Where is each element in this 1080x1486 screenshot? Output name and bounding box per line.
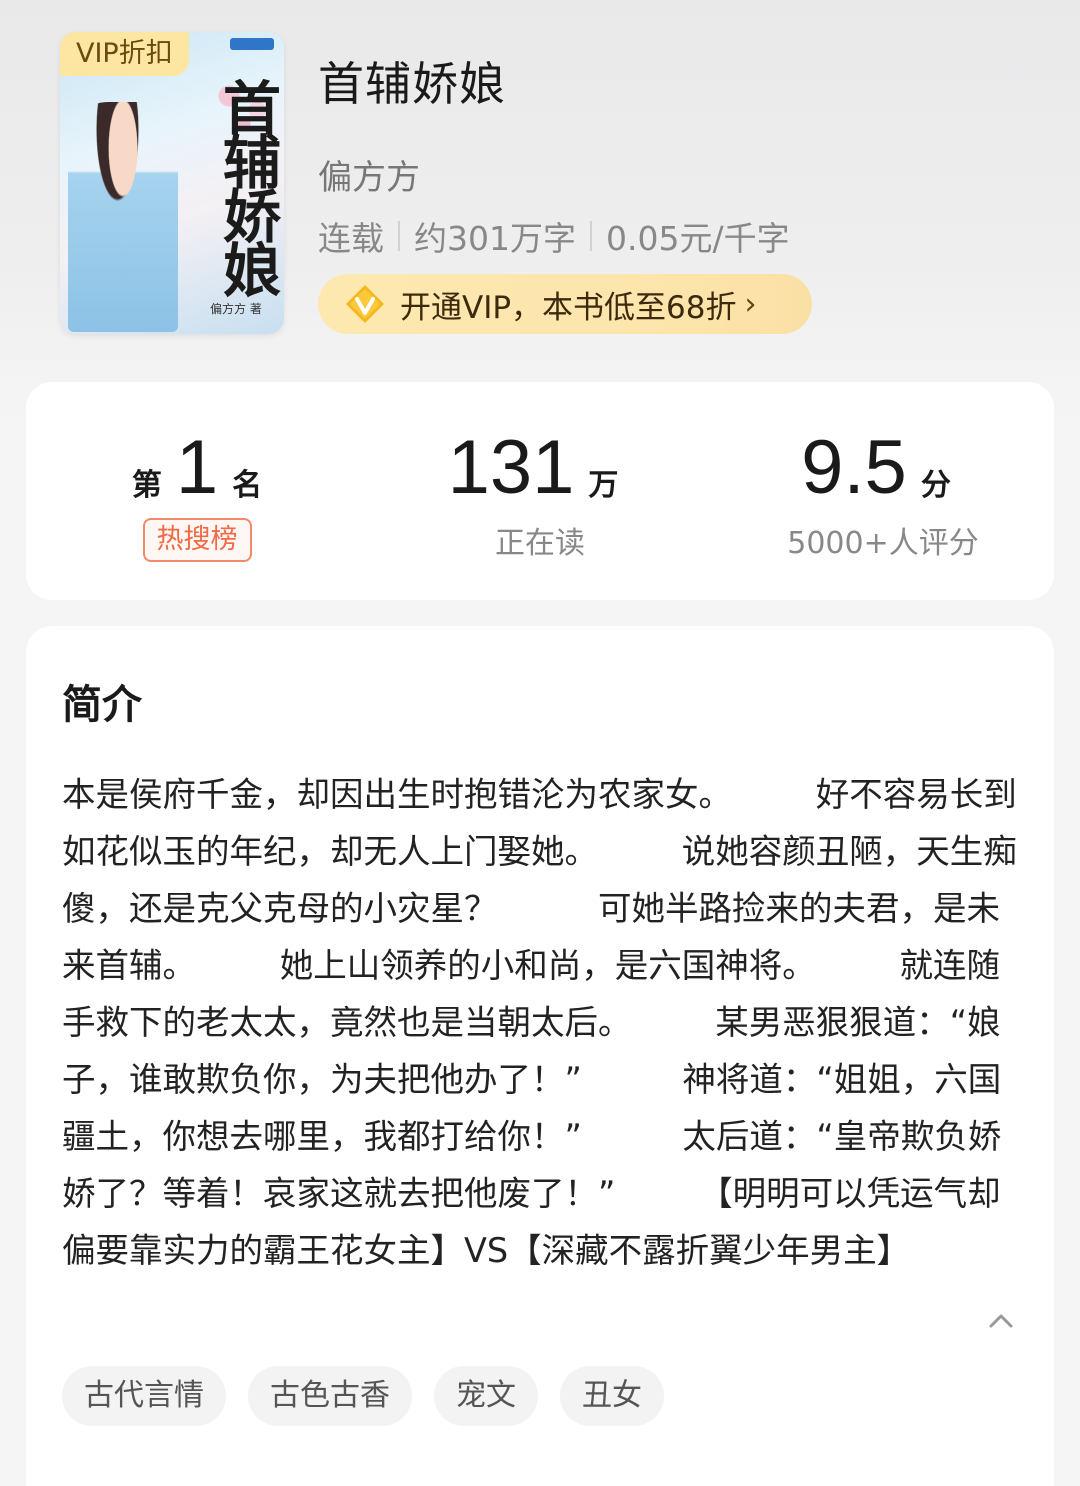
word-count: 约301万字 (414, 219, 576, 258)
author-link[interactable]: 偏方方 (318, 150, 420, 199)
reading-value: 131 (447, 425, 575, 510)
score-label: 5000+人评分 (787, 526, 979, 561)
score-value: 9.5 (801, 425, 907, 510)
vip-promo-label: 开通VIP，本书低至68折 (400, 289, 737, 326)
cover-title: 首辅娇娘 (213, 78, 281, 294)
tag-ancient-romance[interactable]: 古代言情 (62, 1366, 226, 1426)
rank-value: 1 (175, 425, 219, 510)
tag-ugly-heroine[interactable]: 丑女 (560, 1366, 664, 1426)
rank-prefix: 第 (131, 468, 162, 503)
intro-card: 简介 本是侯府千金，却因出生时抱错沦为农家女。 好不容易长到如花似玉的年纪，却无… (26, 626, 1054, 1486)
stats-card: 第 1 名 热搜榜 131 万 正在读 9.5 分 5000+人评分 (26, 382, 1054, 600)
book-title: 首辅娇娘 (318, 57, 506, 111)
vip-discount-badge: VIP折扣 (60, 32, 189, 76)
reading-unit: 万 (588, 468, 619, 503)
chevron-right-icon: › (744, 286, 757, 322)
vip-promo-button[interactable]: 开通VIP，本书低至68折 › (318, 274, 812, 334)
cover-illustration (68, 102, 178, 332)
tag-pampering[interactable]: 宠文 (434, 1366, 538, 1426)
vip-diamond-icon (344, 283, 386, 325)
divider (590, 221, 592, 251)
serial-status: 连载 (318, 219, 384, 258)
tag-list: 古代言情 古色古香 宠文 丑女 (62, 1366, 664, 1426)
intro-heading: 简介 (62, 682, 142, 728)
tag-classical-style[interactable]: 古色古香 (248, 1366, 412, 1426)
intro-text: 本是侯府千金，却因出生时抱错沦为农家女。 好不容易长到如花似玉的年纪，却无人上门… (62, 775, 1017, 1270)
price: 0.05元/千字 (606, 219, 790, 258)
publisher-logo (230, 38, 274, 50)
reading-label: 正在读 (495, 526, 585, 561)
cover-author: 偏方方 著 (210, 302, 262, 316)
score-unit: 分 (920, 468, 951, 503)
chevron-up-icon[interactable] (986, 1306, 1016, 1336)
book-meta: 连载 约301万字 0.05元/千字 (318, 212, 790, 260)
book-cover[interactable]: 首辅娇娘 偏方方 著 (60, 32, 284, 334)
divider (398, 221, 400, 251)
rank-suffix: 名 (232, 468, 263, 503)
hot-search-list-tag[interactable]: 热搜榜 (142, 518, 252, 562)
